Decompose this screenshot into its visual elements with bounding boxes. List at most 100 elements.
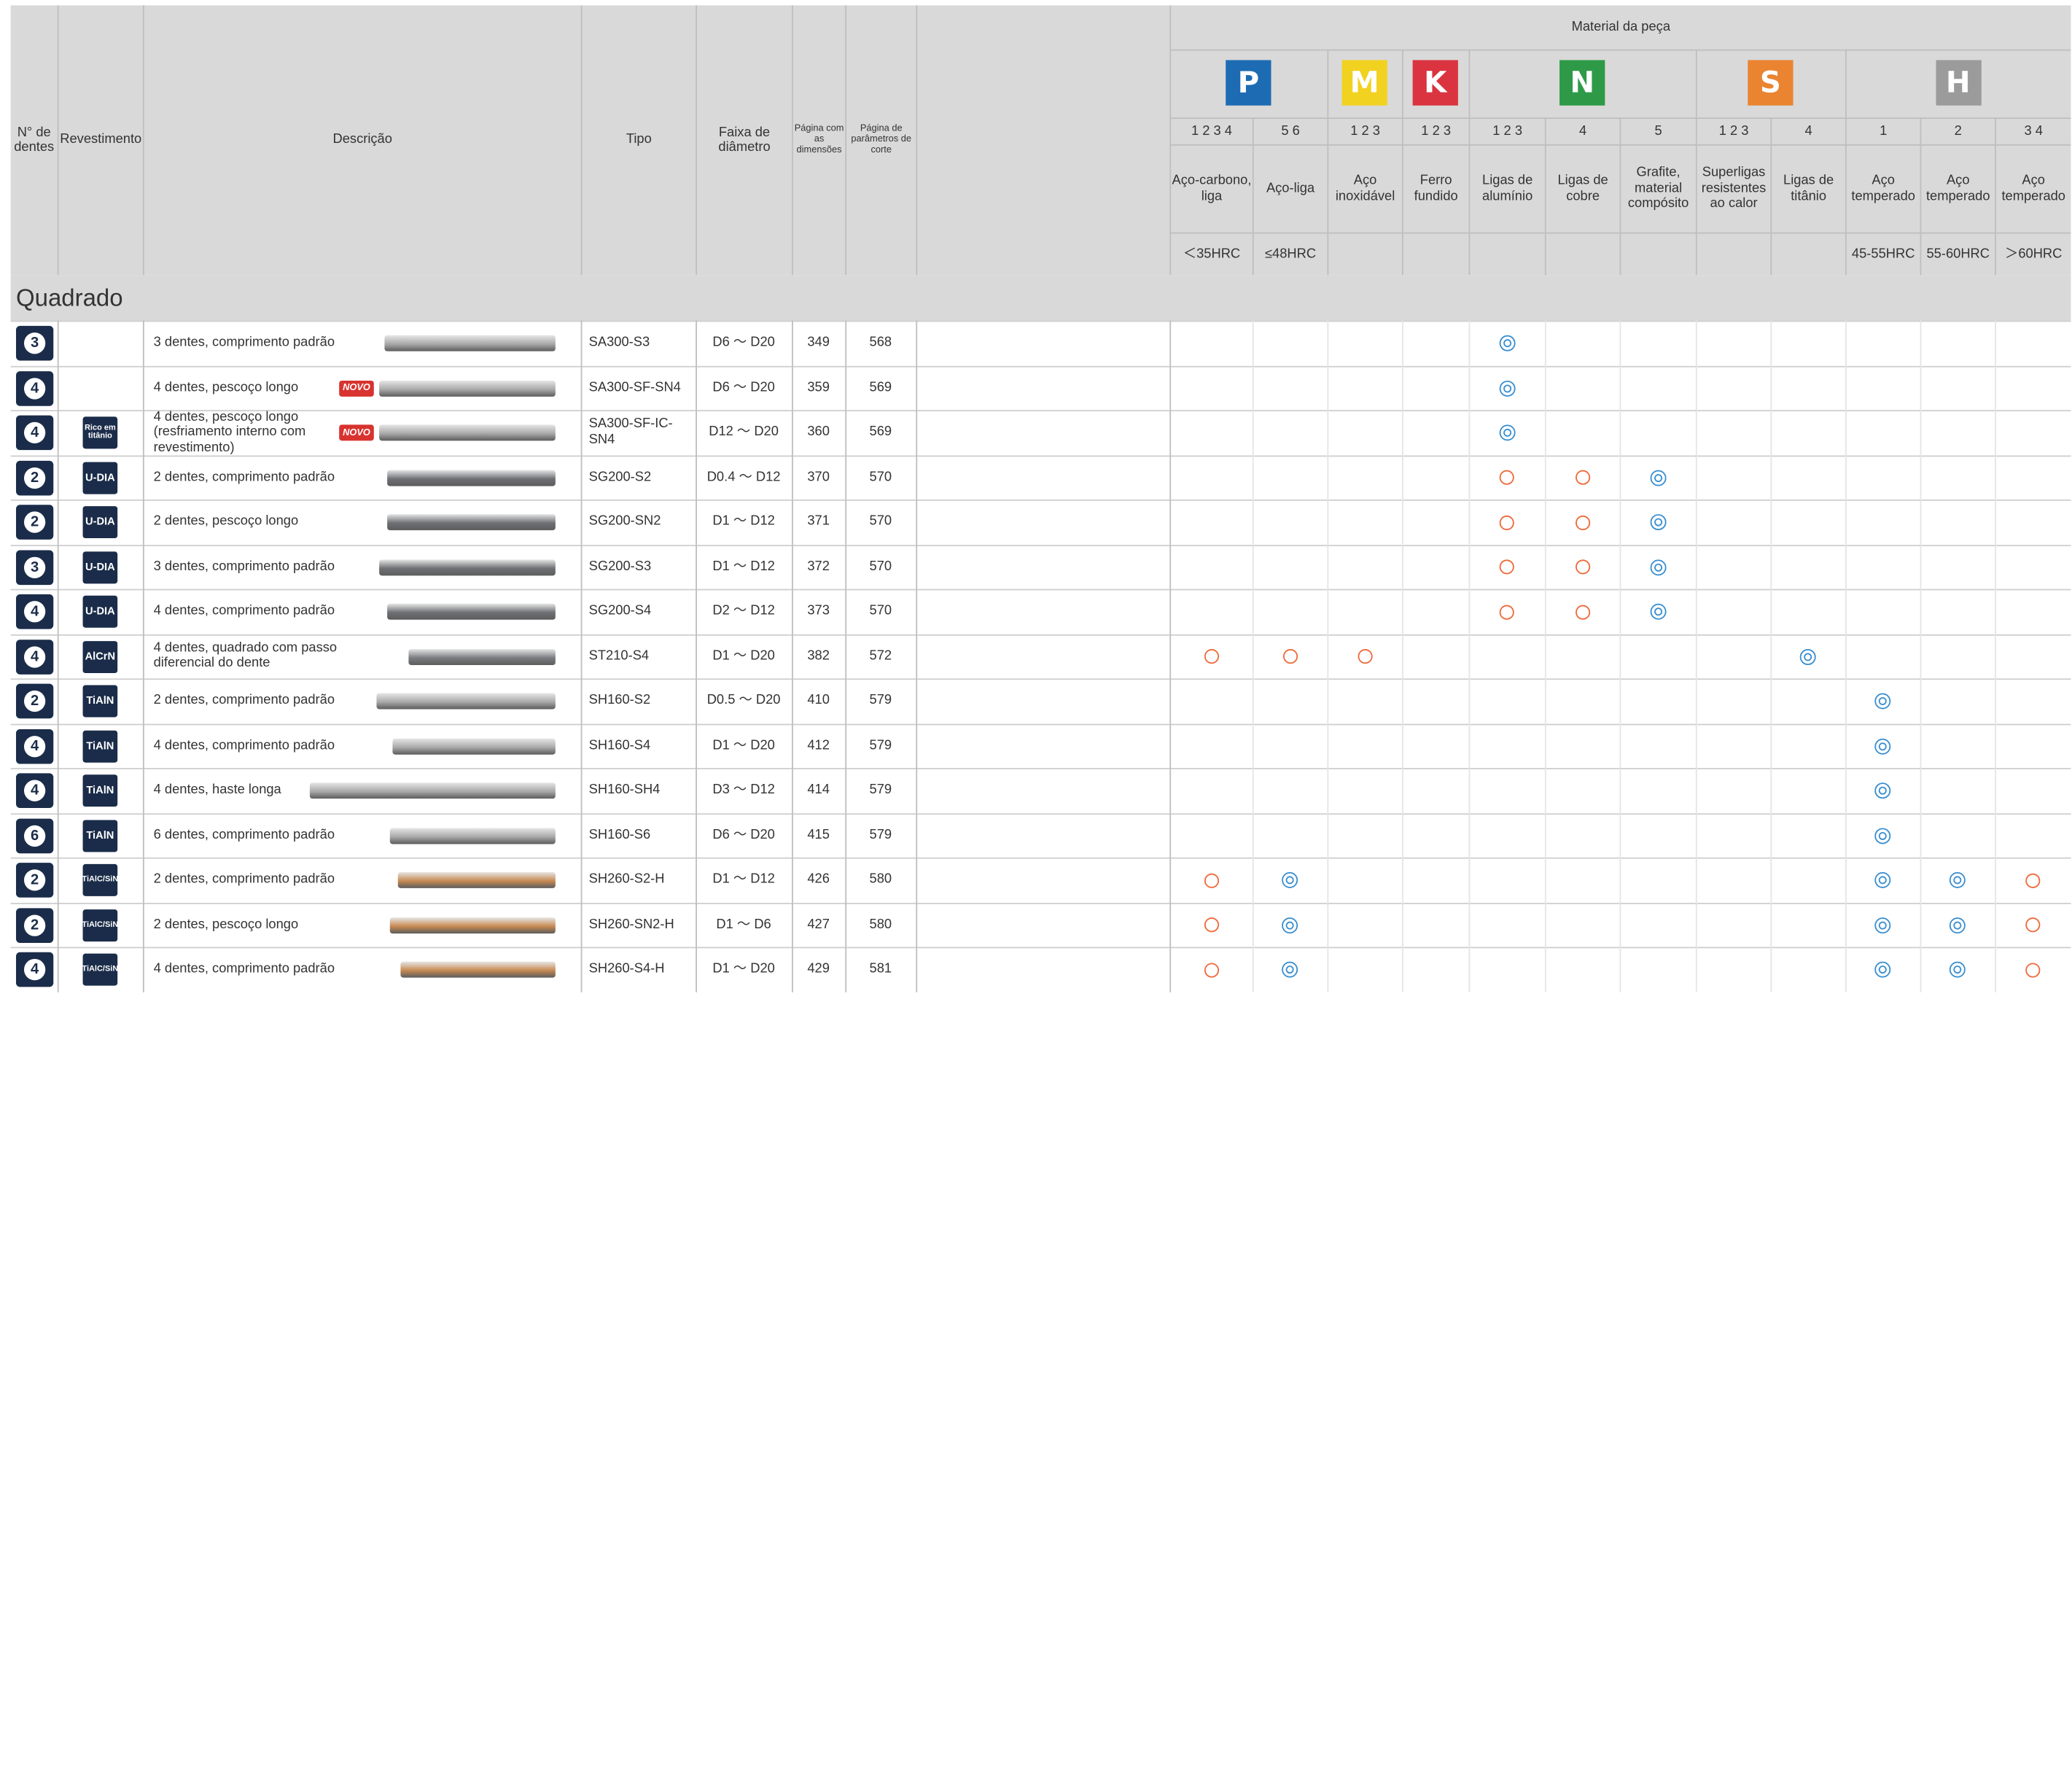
diameter-range: D0.4 ～ D12 xyxy=(706,469,781,484)
circle-icon xyxy=(1499,515,1514,530)
col-divider xyxy=(916,544,918,589)
tool-image xyxy=(379,380,556,397)
col-divider xyxy=(1169,812,1172,858)
col-divider xyxy=(1619,678,1621,723)
col-divider xyxy=(1401,499,1403,545)
col-divider xyxy=(1252,857,1254,903)
dim-page: 360 xyxy=(807,424,830,440)
description: 2 dentes, comprimento padrão xyxy=(153,469,335,484)
type-code: SA300-SF-IC-SN4 xyxy=(588,416,673,448)
description: 3 dentes, comprimento padrão xyxy=(153,335,335,350)
coating-badge: U-DIA xyxy=(82,461,118,494)
recommended-double-circle xyxy=(1872,914,1893,936)
tool-image xyxy=(384,335,556,351)
recommended-double-circle xyxy=(1872,780,1893,801)
col-divider xyxy=(1695,320,1697,365)
suitable-circle xyxy=(1496,556,1517,578)
col-divider xyxy=(1169,678,1172,723)
col-divider xyxy=(916,499,918,545)
col-divider xyxy=(580,633,583,679)
col-divider xyxy=(1995,857,1996,903)
col-divider xyxy=(1544,454,1546,500)
circle-icon xyxy=(1575,604,1590,619)
col-divider xyxy=(1169,723,1172,769)
col-divider xyxy=(1252,365,1254,411)
col-divider xyxy=(1169,947,1172,992)
material-hardness: ≤48HRC xyxy=(1252,232,1328,276)
material-name: Ligas de titânio xyxy=(1770,144,1845,233)
col-divider xyxy=(1401,768,1403,813)
col-divider xyxy=(916,588,918,634)
circle-icon xyxy=(1575,470,1590,485)
recommended-double-circle xyxy=(1496,377,1517,398)
col-divider xyxy=(1695,902,1697,947)
suitable-circle xyxy=(2022,959,2044,980)
type-code: ST210-S4 xyxy=(588,648,650,664)
col-divider xyxy=(142,544,144,589)
description: 2 dentes, pescoço longo xyxy=(153,917,299,932)
col-divider xyxy=(1920,410,1922,455)
material-num: 3 4 xyxy=(1995,117,2071,144)
header-coating: Revestimento xyxy=(57,5,143,276)
col-divider xyxy=(1695,812,1697,858)
col-divider xyxy=(1327,812,1329,858)
col-divider xyxy=(1401,812,1403,858)
diameter-range: D6 ～ D20 xyxy=(712,335,775,350)
col-divider xyxy=(1252,678,1254,723)
col-divider xyxy=(1169,633,1172,679)
double-circle-icon xyxy=(1874,693,1891,710)
suitable-circle xyxy=(1572,467,1593,488)
description: 6 dentes, comprimento padrão xyxy=(153,827,335,842)
circle-icon xyxy=(2025,917,2041,933)
col-divider xyxy=(1327,633,1329,679)
cut-page: 569 xyxy=(869,380,892,395)
double-circle-icon xyxy=(1498,380,1515,397)
col-divider xyxy=(1169,410,1172,455)
double-circle-icon xyxy=(1874,917,1891,933)
col-divider xyxy=(1845,857,1847,903)
diameter-range: D6 ～ D20 xyxy=(712,380,775,395)
cut-page: 569 xyxy=(869,424,892,440)
material-name: Ligas de cobre xyxy=(1544,144,1620,233)
col-divider xyxy=(580,812,583,858)
col-divider xyxy=(580,768,583,813)
group-letter-m: M xyxy=(1341,60,1387,106)
circle-icon xyxy=(1204,649,1219,664)
col-divider xyxy=(142,454,144,500)
group-letter-s: S xyxy=(1748,60,1793,106)
double-circle-icon xyxy=(1649,469,1666,486)
col-divider xyxy=(1169,544,1172,589)
cut-page: 580 xyxy=(869,917,892,932)
col-divider xyxy=(1327,768,1329,813)
col-divider xyxy=(1619,365,1621,411)
col-divider xyxy=(1995,633,1996,679)
col-divider xyxy=(1401,454,1403,500)
material-title: Material da peça xyxy=(1169,5,2071,50)
col-divider xyxy=(916,454,918,500)
diameter-range: D2 ～ D12 xyxy=(712,603,775,618)
dim-page: 373 xyxy=(807,603,830,618)
cut-page: 579 xyxy=(869,827,892,842)
recommended-double-circle xyxy=(1279,959,1300,980)
recommended-double-circle xyxy=(1872,959,1893,980)
material-num: 5 xyxy=(1619,117,1696,144)
material-num: 4 xyxy=(1770,117,1845,144)
material-hardness xyxy=(1468,232,1545,276)
double-circle-icon xyxy=(1498,335,1515,351)
teeth-icon: 4 xyxy=(15,370,54,405)
double-circle-icon xyxy=(1649,559,1666,575)
col-divider xyxy=(1252,812,1254,858)
col-divider xyxy=(1327,320,1329,365)
suitable-circle xyxy=(1200,914,1221,936)
col-divider xyxy=(1327,410,1329,455)
col-divider xyxy=(142,902,144,947)
teeth-icon: 4 xyxy=(15,952,54,987)
circle-icon xyxy=(1499,559,1514,575)
col-divider xyxy=(1619,723,1621,769)
col-divider xyxy=(57,365,59,411)
teeth-count: 2 xyxy=(23,690,46,712)
col-divider xyxy=(1619,588,1621,634)
col-divider xyxy=(1920,454,1922,500)
tool-image xyxy=(387,514,556,531)
col-divider xyxy=(1401,633,1403,679)
